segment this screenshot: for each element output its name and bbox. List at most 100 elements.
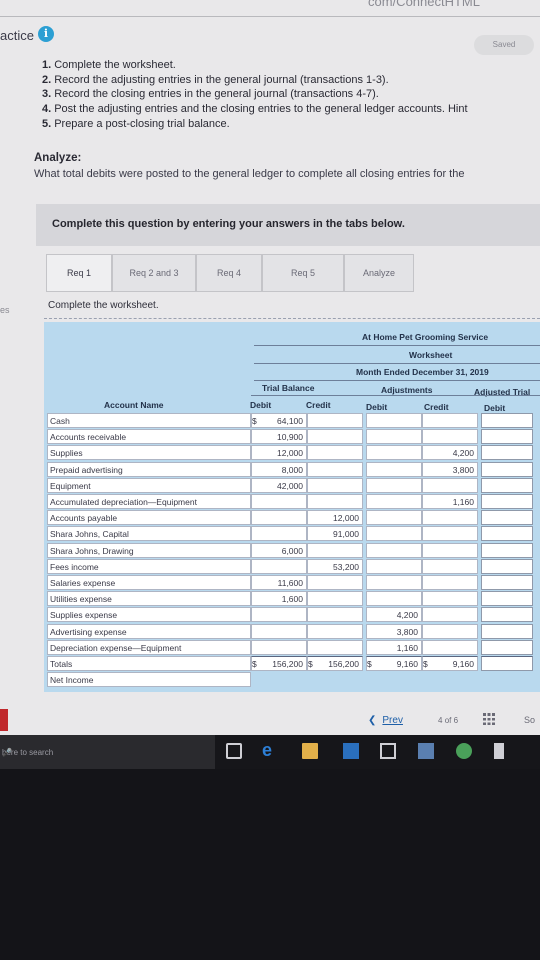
store-icon[interactable]: [343, 743, 359, 759]
microphone-icon[interactable]: 🎤: [2, 748, 12, 757]
window-icon[interactable]: [380, 743, 396, 759]
atb-debit-input[interactable]: [481, 526, 533, 542]
atb-debit-input[interactable]: [481, 639, 533, 655]
tb-dr-cell[interactable]: 10,900: [251, 429, 307, 445]
tb-cr-cell[interactable]: [307, 413, 363, 428]
tb-dr-cell[interactable]: $156,200: [251, 656, 307, 671]
prev-button[interactable]: ❮ Prev: [368, 715, 403, 726]
adj-dr-cell[interactable]: [366, 429, 422, 445]
tb-cr-cell[interactable]: [307, 542, 363, 558]
app-icon[interactable]: [418, 743, 434, 759]
atb-debit-input[interactable]: [481, 429, 533, 445]
adj-dr-cell[interactable]: [366, 461, 422, 477]
adj-dr-cell[interactable]: [366, 413, 422, 428]
file-explorer-icon[interactable]: [302, 743, 318, 759]
tb-dr-cell[interactable]: [251, 494, 307, 509]
atb-debit-input[interactable]: [481, 445, 533, 461]
tb-dr-cell[interactable]: 12,000: [251, 445, 307, 461]
tb-dr-cell[interactable]: [251, 639, 307, 655]
adj-dr-cell[interactable]: [366, 575, 422, 590]
atb-debit-input[interactable]: [481, 623, 533, 639]
tb-cr-cell[interactable]: [307, 429, 363, 445]
adj-dr-cell[interactable]: 4,200: [366, 607, 422, 623]
adj-cr-cell[interactable]: [422, 526, 478, 542]
task-view-icon[interactable]: [226, 743, 242, 759]
taskbar-search[interactable]: here to search 🎤: [0, 735, 215, 769]
adj-dr-cell[interactable]: $9,160: [366, 656, 422, 671]
adj-dr-cell[interactable]: [366, 445, 422, 461]
tab-analyze[interactable]: Analyze: [344, 254, 414, 292]
tb-cr-cell[interactable]: 53,200: [307, 558, 363, 574]
adj-cr-cell[interactable]: 4,200: [422, 445, 478, 461]
atb-debit-input[interactable]: [481, 477, 533, 493]
tb-cr-cell[interactable]: [307, 639, 363, 655]
tb-cr-cell[interactable]: [307, 591, 363, 607]
atb-debit-input[interactable]: [481, 461, 533, 477]
adj-cr-cell[interactable]: [422, 558, 478, 574]
tb-dr-cell[interactable]: 8,000: [251, 461, 307, 477]
tb-cr-cell[interactable]: $156,200: [307, 656, 363, 671]
tab-req-4[interactable]: Req 4: [196, 254, 262, 292]
tab-req-5[interactable]: Req 5: [262, 254, 344, 292]
adj-dr-cell[interactable]: 1,160: [366, 639, 422, 655]
adj-dr-cell[interactable]: [366, 494, 422, 509]
tab-req-1[interactable]: Req 1: [46, 254, 112, 292]
adj-cr-cell[interactable]: [422, 510, 478, 526]
adj-dr-cell[interactable]: [366, 477, 422, 493]
chrome-icon[interactable]: [456, 743, 472, 759]
tb-dr-cell[interactable]: [251, 558, 307, 574]
adj-cr-cell[interactable]: [422, 429, 478, 445]
adj-cr-cell[interactable]: 3,800: [422, 461, 478, 477]
tb-cr-cell[interactable]: 12,000: [307, 510, 363, 526]
adj-cr-cell[interactable]: [422, 591, 478, 607]
next-button-fragment[interactable]: So: [524, 715, 535, 725]
atb-debit-input[interactable]: [481, 413, 533, 428]
adj-dr-cell[interactable]: [366, 558, 422, 574]
tb-cr-cell[interactable]: [307, 445, 363, 461]
tb-dr-cell[interactable]: 11,600: [251, 575, 307, 590]
adj-cr-cell[interactable]: [422, 639, 478, 655]
tb-cr-cell[interactable]: 91,000: [307, 526, 363, 542]
atb-debit-input[interactable]: [481, 510, 533, 526]
analyze-question: What total debits were posted to the gen…: [34, 168, 465, 180]
adj-cr-cell[interactable]: [422, 623, 478, 639]
tb-dr-cell[interactable]: [251, 607, 307, 623]
adj-cr-cell[interactable]: [422, 477, 478, 493]
tb-dr-cell[interactable]: [251, 526, 307, 542]
edge-icon[interactable]: e: [262, 741, 278, 759]
tb-cr-cell[interactable]: [307, 494, 363, 509]
info-icon[interactable]: i: [38, 26, 54, 42]
adj-dr-cell[interactable]: [366, 591, 422, 607]
tb-dr-cell[interactable]: 42,000: [251, 477, 307, 493]
adj-dr-cell[interactable]: 3,800: [366, 623, 422, 639]
tb-cr-cell[interactable]: [307, 461, 363, 477]
atb-debit-input[interactable]: [481, 494, 533, 509]
tb-dr-cell[interactable]: [251, 510, 307, 526]
adj-dr-cell[interactable]: [366, 526, 422, 542]
tb-dr-cell[interactable]: 1,600: [251, 591, 307, 607]
adj-cr-cell[interactable]: 1,160: [422, 494, 478, 509]
tb-cr-cell[interactable]: [307, 607, 363, 623]
tb-dr-cell[interactable]: $64,100: [251, 413, 307, 428]
adj-cr-cell[interactable]: [422, 413, 478, 428]
atb-debit-input[interactable]: [481, 558, 533, 574]
grid-icon[interactable]: [483, 713, 495, 725]
media-icon[interactable]: [494, 743, 504, 759]
tb-cr-cell[interactable]: [307, 477, 363, 493]
tb-cr-cell[interactable]: [307, 623, 363, 639]
atb-debit-input[interactable]: [481, 607, 533, 623]
tb-cr-cell[interactable]: [307, 575, 363, 590]
atb-debit-input[interactable]: [481, 575, 533, 590]
tb-dr-cell[interactable]: 6,000: [251, 542, 307, 558]
adj-cr-cell[interactable]: [422, 575, 478, 590]
adj-dr-cell[interactable]: [366, 510, 422, 526]
adj-dr-cell[interactable]: [366, 542, 422, 558]
adj-cr-cell[interactable]: [422, 542, 478, 558]
atb-debit-input[interactable]: [481, 542, 533, 558]
adj-cr-cell[interactable]: [422, 607, 478, 623]
tb-dr-cell[interactable]: [251, 623, 307, 639]
atb-debit-input[interactable]: [481, 591, 533, 607]
tab-req-2-and-3[interactable]: Req 2 and 3: [112, 254, 196, 292]
adj-cr-cell[interactable]: $9,160: [422, 656, 478, 671]
atb-debit-input[interactable]: [481, 656, 533, 671]
